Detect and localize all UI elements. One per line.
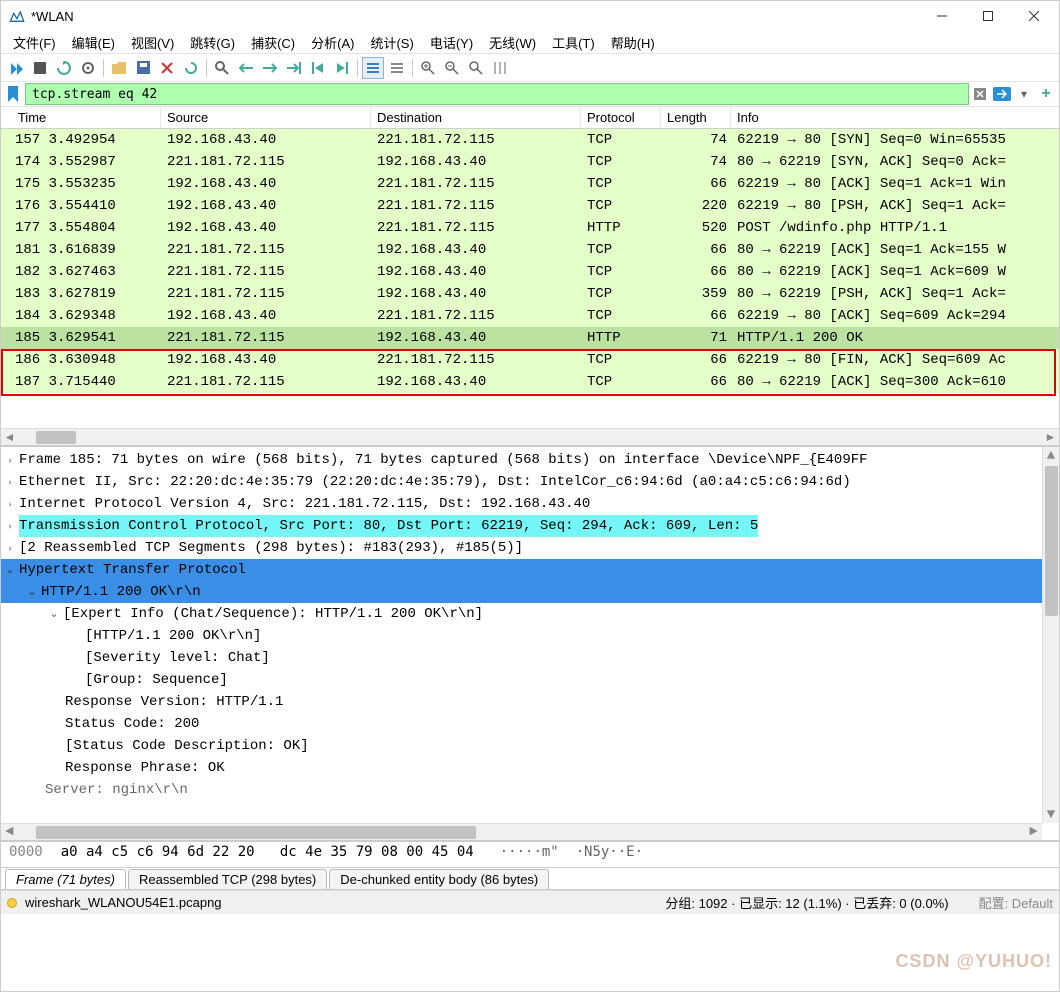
zoom-out-icon[interactable] — [441, 57, 463, 79]
tree-resp-version[interactable]: Response Version: HTTP/1.1 — [1, 691, 1059, 713]
menu-go[interactable]: 跳转(G) — [182, 33, 243, 52]
col-info[interactable]: Info — [731, 107, 1059, 128]
status-profile[interactable]: 配置: Default — [979, 893, 1053, 912]
restart-capture-icon[interactable] — [53, 57, 75, 79]
tree-resp-phrase[interactable]: Response Phrase: OK — [1, 757, 1059, 779]
menu-edit[interactable]: 编辑(E) — [64, 33, 123, 52]
find-icon[interactable] — [211, 57, 233, 79]
apply-filter-icon[interactable] — [991, 83, 1013, 105]
status-filename[interactable]: wireshark_WLANOU54E1.pcapng — [25, 895, 222, 910]
tree-expert-sub1[interactable]: [HTTP/1.1 200 OK\r\n] — [1, 625, 1059, 647]
tree-status-code[interactable]: Status Code: 200 — [1, 713, 1059, 735]
col-protocol[interactable]: Protocol — [581, 107, 661, 128]
tab-frame[interactable]: Frame (71 bytes) — [5, 869, 126, 889]
expert-indicator-icon[interactable] — [7, 898, 17, 908]
tree-ethernet[interactable]: ›Ethernet II, Src: 22:20:dc:4e:35:79 (22… — [1, 471, 1059, 493]
packet-row[interactable]: 186 3.630948192.168.43.40221.181.72.115T… — [1, 349, 1059, 371]
tree-status-desc[interactable]: [Status Code Description: OK] — [1, 735, 1059, 757]
menu-tools[interactable]: 工具(T) — [544, 33, 603, 52]
clear-filter-icon[interactable] — [969, 83, 991, 105]
details-vscroll[interactable]: ▲▼ — [1042, 447, 1059, 823]
packet-row[interactable]: 175 3.553235192.168.43.40221.181.72.115T… — [1, 173, 1059, 195]
bytes-tabs: Frame (71 bytes) Reassembled TCP (298 by… — [1, 868, 1059, 890]
menu-help[interactable]: 帮助(H) — [603, 33, 663, 52]
add-filter-button-icon[interactable]: + — [1035, 83, 1057, 105]
tree-expert-sub3[interactable]: [Group: Sequence] — [1, 669, 1059, 691]
zoom-reset-icon[interactable] — [465, 57, 487, 79]
tab-reassembled[interactable]: Reassembled TCP (298 bytes) — [128, 869, 327, 889]
tab-dechunked[interactable]: De-chunked entity body (86 bytes) — [329, 869, 549, 889]
packet-bytes-pane[interactable]: 0000a0 a4 c5 c6 94 6d 22 20 dc 4e 35 79 … — [1, 842, 1059, 868]
start-capture-icon[interactable] — [5, 57, 27, 79]
tree-ip[interactable]: ›Internet Protocol Version 4, Src: 221.1… — [1, 493, 1059, 515]
col-length[interactable]: Length — [661, 107, 731, 128]
minimize-button[interactable] — [919, 1, 965, 31]
go-last-icon[interactable] — [331, 57, 353, 79]
col-source[interactable]: Source — [161, 107, 371, 128]
go-forward-icon[interactable] — [259, 57, 281, 79]
tree-frame[interactable]: ›Frame 185: 71 bytes on wire (568 bits),… — [1, 449, 1059, 471]
go-back-icon[interactable] — [235, 57, 257, 79]
menu-file[interactable]: 文件(F) — [5, 33, 64, 52]
col-destination[interactable]: Destination — [371, 107, 581, 128]
open-file-icon[interactable] — [108, 57, 130, 79]
go-first-icon[interactable] — [307, 57, 329, 79]
toolbar — [1, 53, 1059, 81]
menu-capture[interactable]: 捕获(C) — [243, 33, 303, 52]
filterbar: ▾ + — [1, 81, 1059, 107]
packet-row[interactable]: 176 3.554410192.168.43.40221.181.72.115T… — [1, 195, 1059, 217]
packet-row[interactable]: 181 3.616839221.181.72.115192.168.43.40T… — [1, 239, 1059, 261]
packet-row[interactable]: 185 3.629541221.181.72.115192.168.43.40H… — [1, 327, 1059, 349]
filter-dropdown-icon[interactable]: ▾ — [1013, 83, 1035, 105]
packet-row[interactable]: 157 3.492954192.168.43.40221.181.72.115T… — [1, 129, 1059, 151]
bookmark-filter-icon[interactable] — [3, 84, 23, 104]
save-file-icon[interactable] — [132, 57, 154, 79]
packet-row[interactable]: 184 3.629348192.168.43.40221.181.72.115T… — [1, 305, 1059, 327]
packet-list-pane[interactable]: Time Source Destination Protocol Length … — [1, 107, 1059, 447]
reload-icon[interactable] — [180, 57, 202, 79]
menu-statistics[interactable]: 统计(S) — [362, 33, 421, 52]
packet-list-hscroll[interactable]: ◄► — [1, 428, 1059, 445]
close-button[interactable] — [1011, 1, 1057, 31]
window-title: *WLAN — [31, 9, 919, 24]
tree-http-status[interactable]: ⌄HTTP/1.1 200 OK\r\n — [1, 581, 1059, 603]
menu-wireless[interactable]: 无线(W) — [481, 33, 544, 52]
packet-row[interactable]: 174 3.552987221.181.72.115192.168.43.40T… — [1, 151, 1059, 173]
wireshark-icon — [9, 8, 25, 24]
packet-row[interactable]: 183 3.627819221.181.72.115192.168.43.40T… — [1, 283, 1059, 305]
statusbar: wireshark_WLANOU54E1.pcapng 分组: 1092 · 已… — [1, 890, 1059, 914]
packet-row[interactable]: 182 3.627463221.181.72.115192.168.43.40T… — [1, 261, 1059, 283]
status-packet-counts: 分组: 1092 · 已显示: 12 (1.1%) · 已丢弃: 0 (0.0%… — [665, 893, 948, 912]
tree-server[interactable]: Server: nginx\r\n — [1, 779, 1059, 801]
tree-reassembled[interactable]: ›[2 Reassembled TCP Segments (298 bytes)… — [1, 537, 1059, 559]
col-time[interactable]: Time — [1, 107, 161, 128]
display-filter-input[interactable] — [25, 83, 969, 105]
capture-options-icon[interactable] — [77, 57, 99, 79]
packet-list-header[interactable]: Time Source Destination Protocol Length … — [1, 107, 1059, 129]
details-hscroll[interactable]: ◄► — [1, 823, 1042, 840]
auto-scroll-icon[interactable] — [362, 57, 384, 79]
tree-expert-sub2[interactable]: [Severity level: Chat] — [1, 647, 1059, 669]
zoom-in-icon[interactable] — [417, 57, 439, 79]
packet-details-pane[interactable]: ›Frame 185: 71 bytes on wire (568 bits),… — [1, 447, 1059, 842]
tree-expert-info[interactable]: ⌄[Expert Info (Chat/Sequence): HTTP/1.1 … — [1, 603, 1059, 625]
stop-capture-icon[interactable] — [29, 57, 51, 79]
maximize-button[interactable] — [965, 1, 1011, 31]
menu-analyze[interactable]: 分析(A) — [303, 33, 362, 52]
watermark: CSDN @YUHUO! — [895, 951, 1052, 972]
menu-view[interactable]: 视图(V) — [123, 33, 182, 52]
packet-row[interactable]: 177 3.554804192.168.43.40221.181.72.115H… — [1, 217, 1059, 239]
go-to-icon[interactable] — [283, 57, 305, 79]
packet-row[interactable]: 187 3.715440221.181.72.115192.168.43.40T… — [1, 371, 1059, 393]
close-file-icon[interactable] — [156, 57, 178, 79]
menu-telephony[interactable]: 电话(Y) — [422, 33, 481, 52]
menubar: 文件(F) 编辑(E) 视图(V) 跳转(G) 捕获(C) 分析(A) 统计(S… — [1, 31, 1059, 53]
resize-columns-icon[interactable] — [489, 57, 511, 79]
tree-http[interactable]: ⌄Hypertext Transfer Protocol — [1, 559, 1059, 581]
colorize-icon[interactable] — [386, 57, 408, 79]
tree-tcp[interactable]: ›Transmission Control Protocol, Src Port… — [1, 515, 1059, 537]
titlebar: *WLAN — [1, 1, 1059, 31]
